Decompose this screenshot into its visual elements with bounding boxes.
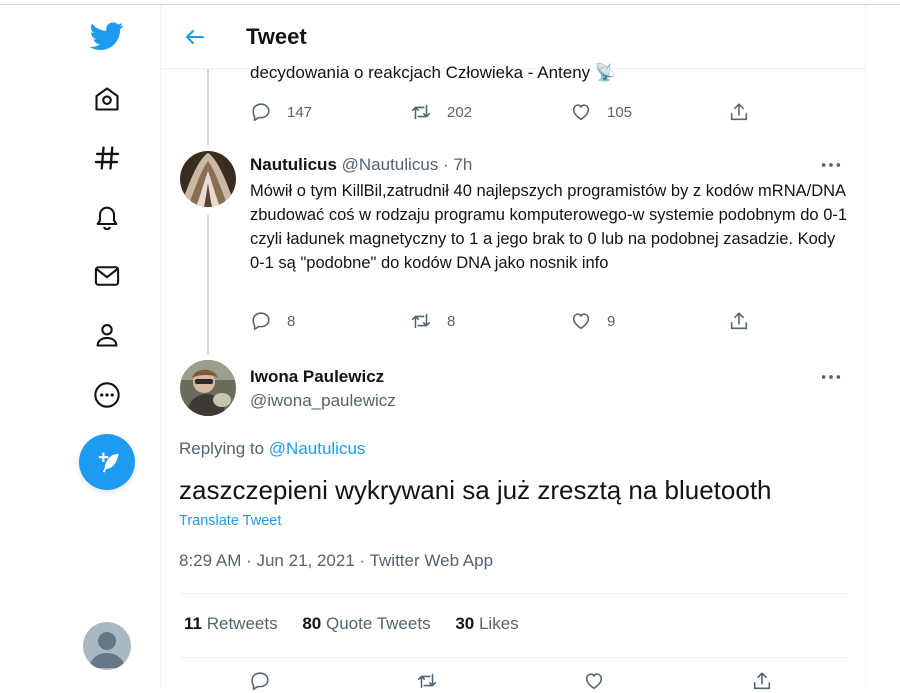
translate-tweet-link[interactable]: Translate Tweet (179, 513, 281, 529)
more-options-button[interactable] (819, 155, 843, 175)
author-handle[interactable]: @iwona_paulewicz (250, 391, 396, 411)
page-header: Tweet (161, 5, 865, 69)
reply-icon (252, 103, 270, 122)
tweet-metadata[interactable]: 8:29 AM · Jun 21, 2021 · Twitter Web App (179, 551, 493, 571)
engagement-stats: 11 Retweets 80 Quote Tweets 30 Likes (184, 614, 539, 634)
feather-plus-icon (98, 452, 119, 473)
thread-connector (207, 69, 209, 145)
back-button[interactable] (181, 23, 209, 51)
share-button[interactable] (728, 100, 750, 124)
tweet-text: zaszczepieni wykrywani sa już zresztą na… (179, 475, 772, 505)
author-name[interactable]: Nautulicus (250, 155, 337, 174)
previous-tweet-actions: 147 202 105 (250, 100, 770, 124)
like-button[interactable] (583, 669, 605, 693)
reply-tweet-text: Mówił o tym KillBil,zatrudnił 40 najleps… (250, 182, 848, 272)
compose-tweet-button[interactable] (79, 434, 135, 490)
like-button[interactable]: 105 (570, 100, 632, 124)
more-dots-icon (821, 375, 841, 379)
replying-to: Replying to @Nautulicus (179, 439, 365, 459)
retweet-icon (411, 313, 431, 329)
share-icon (730, 312, 748, 330)
heart-icon (572, 313, 590, 330)
reply-count: 8 (287, 312, 296, 330)
quotes-count: 80 (302, 614, 322, 633)
focused-tweet-actions (179, 669, 847, 693)
more-circle-icon[interactable] (83, 371, 131, 419)
quotes-label: Quote Tweets (325, 614, 431, 633)
more-options-button[interactable] (819, 367, 843, 387)
divider (179, 657, 847, 658)
sidebar (0, 0, 160, 688)
like-button[interactable]: 9 (570, 309, 615, 333)
reply-author: Nautulicus @Nautulicus · 7h (250, 155, 472, 175)
author-handle-time[interactable]: @Nautulicus · 7h (342, 155, 473, 174)
account-avatar[interactable] (83, 622, 131, 670)
retweet-count: 202 (447, 103, 473, 121)
tweet-detail-column: Tweet decydowania o reakcjach Człowieka … (160, 5, 866, 691)
like-count: 9 (607, 312, 616, 330)
retweet-icon (411, 104, 431, 120)
like-count: 105 (607, 103, 633, 121)
retweet-icon (417, 673, 437, 689)
likes-label: Likes (478, 614, 519, 633)
likes-stat[interactable]: 30 Likes (455, 614, 518, 634)
avatar[interactable] (180, 360, 236, 416)
retweets-label: Retweets (206, 614, 278, 633)
share-icon (730, 103, 748, 121)
retweets-count: 11 (184, 614, 202, 633)
hashtag-icon[interactable] (83, 134, 131, 182)
share-button[interactable] (728, 309, 750, 333)
reply-count: 147 (287, 103, 313, 121)
page-title: Tweet (246, 24, 307, 49)
reply-tweet-actions: 8 8 9 (250, 309, 770, 333)
likes-count: 30 (455, 614, 475, 633)
divider (179, 593, 847, 594)
retweet-button[interactable]: 8 (410, 309, 455, 333)
retweet-count: 8 (447, 312, 456, 330)
retweet-button[interactable] (416, 669, 438, 693)
home-icon[interactable] (83, 75, 131, 123)
heart-icon (572, 104, 590, 121)
reply-button[interactable] (249, 669, 271, 693)
retweets-stat[interactable]: 11 Retweets (184, 614, 278, 634)
quote-tweets-stat[interactable]: 80 Quote Tweets (302, 614, 430, 634)
share-icon (753, 672, 771, 690)
share-button[interactable] (751, 669, 773, 693)
twitter-logo-icon[interactable] (83, 12, 131, 60)
retweet-button[interactable]: 202 (410, 100, 472, 124)
back-arrow-icon (186, 30, 204, 44)
avatar[interactable] (180, 151, 236, 207)
author-name[interactable]: Iwona Paulewicz (250, 367, 384, 387)
reply-button[interactable]: 147 (250, 100, 312, 124)
replying-prefix: Replying to (179, 439, 269, 458)
bell-icon[interactable] (83, 193, 131, 241)
mail-icon[interactable] (83, 252, 131, 300)
more-dots-icon (821, 163, 841, 167)
reply-icon (251, 672, 269, 691)
reply-icon (252, 312, 270, 331)
thread-connector (207, 215, 209, 355)
replying-to-link[interactable]: @Nautulicus (269, 439, 366, 458)
heart-icon (585, 673, 603, 690)
reply-button[interactable]: 8 (250, 309, 295, 333)
previous-tweet-text: decydowania o reakcjach Człowieka - Ante… (250, 63, 617, 82)
profile-icon[interactable] (83, 311, 131, 359)
